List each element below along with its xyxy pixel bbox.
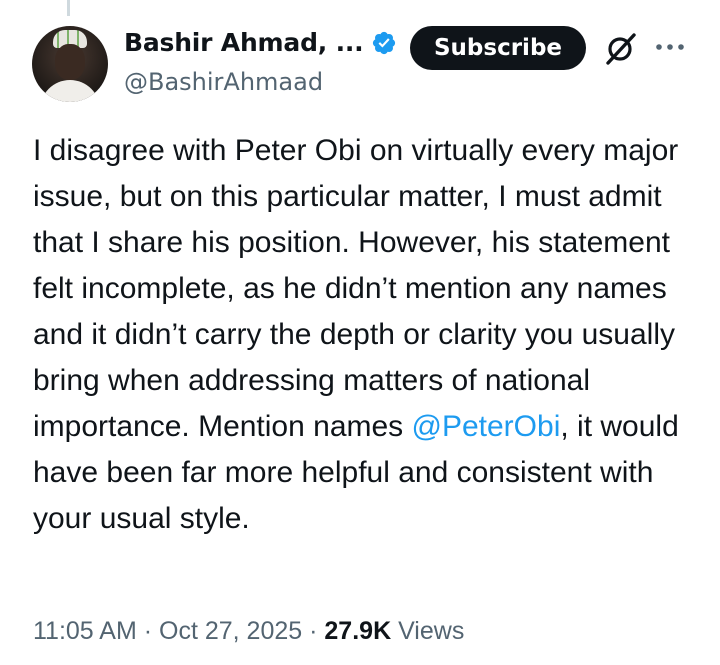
verified-badge-icon — [371, 30, 397, 56]
more-icon[interactable] — [653, 34, 687, 60]
avatar[interactable] — [32, 26, 108, 102]
author-handle[interactable]: @BashirAhmaad — [124, 68, 323, 96]
author-display-name[interactable]: Bashir Ahmad, ... — [124, 28, 364, 57]
tweet-date[interactable]: Oct 27, 2025 — [159, 617, 302, 645]
tweet-text: I disagree with Peter Obi on virtually e… — [33, 128, 683, 542]
meta-separator: · — [309, 617, 318, 645]
meta-separator: · — [143, 617, 153, 645]
tweet-text-before: I disagree with Peter Obi on virtually e… — [33, 134, 687, 443]
mention-link[interactable]: @PeterObi — [412, 410, 561, 443]
views-label: Views — [398, 617, 465, 645]
tweet-time[interactable]: 11:05 AM — [33, 617, 137, 645]
views-count: 27.9K — [324, 617, 392, 645]
avatar-face — [55, 44, 85, 80]
subscribe-button[interactable]: Subscribe — [410, 26, 586, 70]
tweet-metadata: 11:05 AM · Oct 27, 2025 · 27.9K Views — [33, 617, 464, 646]
thread-connector-line — [67, 0, 70, 16]
grok-icon[interactable] — [603, 30, 639, 66]
avatar-robe — [40, 80, 100, 102]
author-name-row[interactable]: Bashir Ahmad, ... — [124, 28, 397, 57]
